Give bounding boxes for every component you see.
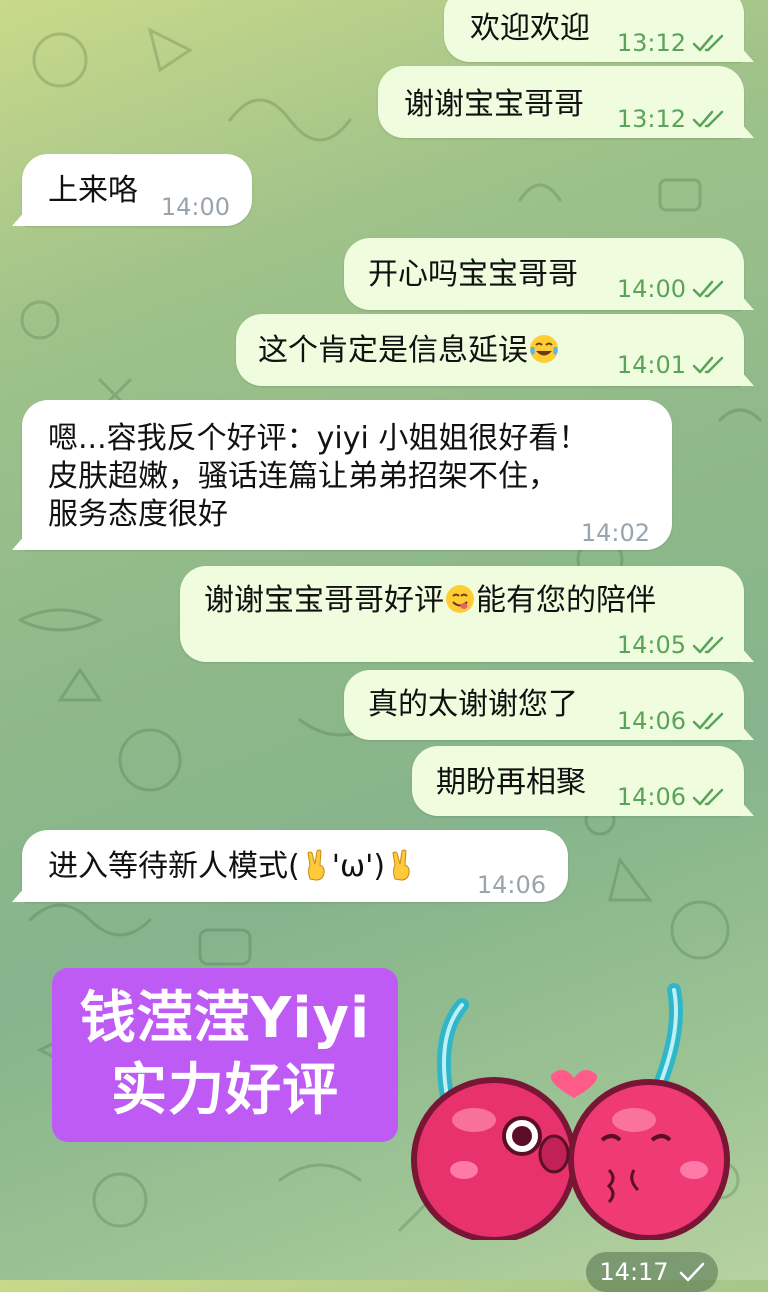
message-line: 皮肤超嫩，骚话连篇让弟弟招架不住， [48,459,558,494]
message-time: 13:12 [616,29,686,57]
message-line: 服务态度很好 [48,497,228,532]
yum-face-emoji-icon [446,585,474,613]
message-time: 14:02 [580,519,650,547]
victory-hand-emoji-icon [307,849,325,881]
message-meta: 14:06 [617,702,726,740]
message-text-part: 这个肯定是信息延误 [258,333,528,368]
message-text: 谢谢宝宝哥哥好评 能有您的陪伴 [204,582,656,620]
message-meta: 13:12 [617,24,726,62]
message-meta: 14:00 [161,188,230,226]
message-time: 14:17 [599,1258,669,1286]
message-meta: 14:02 [581,514,650,552]
sticker-text-line: 实力好评 [111,1058,339,1123]
single-check-icon [679,1262,704,1282]
sticker-text-line: 钱滢滢Yiyi [79,986,371,1051]
double-check-icon [692,636,724,654]
message-time: 14:06 [616,783,686,811]
message-text-part: 谢谢宝宝哥哥好评 [204,583,444,618]
message-text: 谢谢宝宝哥哥 [404,87,584,122]
message-time: 14:00 [160,193,230,221]
message-bubble-outgoing[interactable]: 谢谢宝宝哥哥 13:12 [378,66,754,138]
message-time: 14:05 [616,631,686,659]
sticker-time-badge: 14:17 [586,1252,718,1292]
tears-of-joy-emoji-icon [530,335,558,363]
text-sticker[interactable]: 钱滢滢Yiyi 实力好评 [52,968,398,1142]
message-bubble-outgoing[interactable]: 开心吗宝宝哥哥 14:00 [344,238,754,310]
double-check-icon [692,110,724,128]
message-bubble-incoming[interactable]: 嗯...容我反个好评：yiyi 小姐姐很好看！ 皮肤超嫩，骚话连篇让弟弟招架不住… [12,400,672,552]
message-text: 上来咯 [48,173,138,208]
message-bubble-outgoing[interactable]: 欢迎欢迎 13:12 [444,0,754,62]
message-text-part: 能有您的陪伴 [476,583,656,618]
kissing-cherries-sticker-icon[interactable] [404,970,734,1240]
double-check-icon [692,280,724,298]
message-meta: 14:06 [617,778,726,816]
message-time: 14:06 [616,707,686,735]
message-meta: 14:05 [617,626,726,664]
message-bubble-outgoing[interactable]: 期盼再相聚 14:06 [412,746,754,816]
message-time: 14:06 [476,871,546,899]
message-text: 这个肯定是信息延误 [258,332,560,370]
message-time: 14:01 [616,351,686,379]
double-check-icon [692,712,724,730]
chat-message-list[interactable]: 欢迎欢迎 13:12 谢谢宝宝哥哥 13:12 上来咯 14:00 开心吗宝宝哥… [0,0,768,1292]
message-text: 进入等待新人模式( 'ω') [48,848,417,886]
message-bubble-incoming[interactable]: 进入等待新人模式( 'ω') 14:06 [12,830,568,904]
message-text-part: 'ω') [331,849,386,884]
message-bubble-outgoing[interactable]: 真的太谢谢您了 14:06 [344,670,754,740]
double-check-icon [692,356,724,374]
victory-hand-emoji-icon [392,849,410,881]
message-time: 14:00 [616,275,686,303]
message-line: 嗯...容我反个好评：yiyi 小姐姐很好看！ [48,421,589,456]
message-text: 期盼再相聚 [436,765,586,800]
message-meta: 14:01 [617,346,726,384]
double-check-icon [692,34,724,52]
message-meta: 14:00 [617,270,726,308]
message-text: 开心吗宝宝哥哥 [368,257,578,292]
message-bubble-outgoing[interactable]: 谢谢宝宝哥哥好评 能有您的陪伴 14:05 [180,566,754,664]
message-text: 真的太谢谢您了 [368,687,578,722]
message-text-part: 进入等待新人模式( [48,849,300,884]
message-text: 欢迎欢迎 [470,11,590,46]
message-bubble-outgoing[interactable]: 这个肯定是信息延误 14:01 [236,314,754,386]
message-time: 13:12 [616,105,686,133]
message-meta: 14:06 [477,866,546,904]
message-bubble-incoming[interactable]: 上来咯 14:00 [12,154,252,226]
message-meta: 13:12 [617,100,726,138]
double-check-icon [692,788,724,806]
